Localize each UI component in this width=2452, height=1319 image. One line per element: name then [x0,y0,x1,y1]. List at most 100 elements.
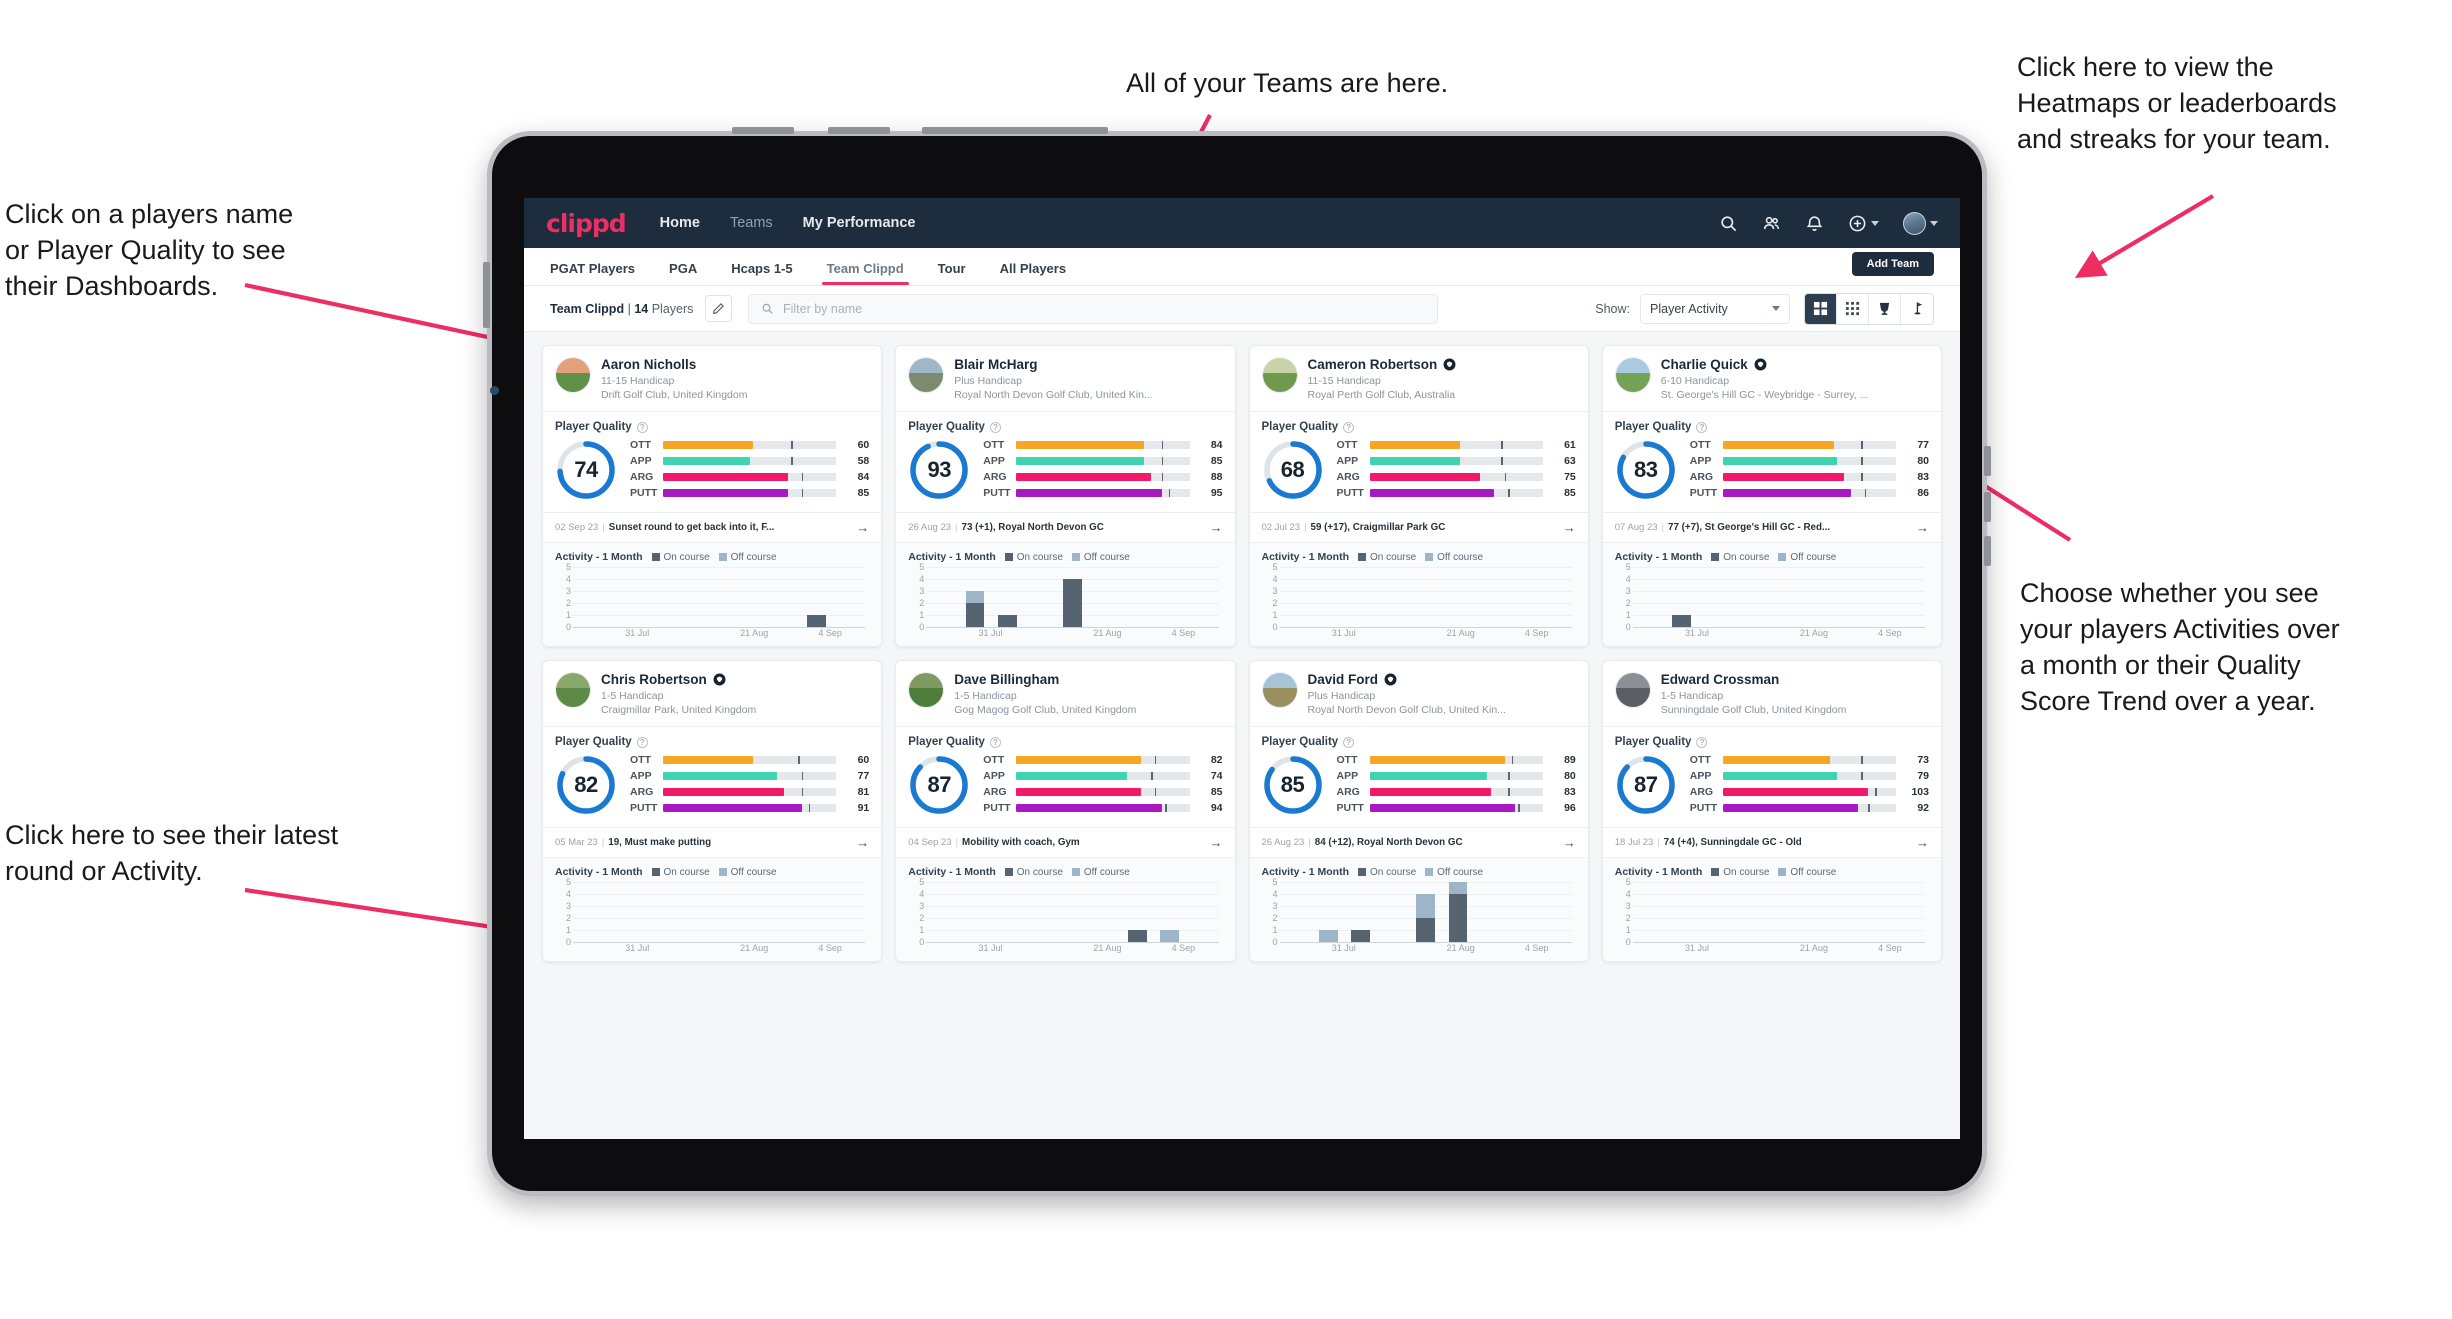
player-name[interactable]: Chris Robertson [601,672,707,687]
nav-link-home[interactable]: Home [660,215,700,231]
chevron-down-icon[interactable] [1871,220,1879,226]
verified-badge-icon [1754,358,1767,371]
search-icon[interactable] [1719,214,1738,233]
latest-round-row[interactable]: 02 Sep 23 | Sunset round to get back into … [543,512,882,542]
latest-round-row[interactable]: 26 Aug 23 | 73 (+1), Royal North Devon GC → [896,512,1235,542]
metric-row: PUTT 92 [1690,801,1929,815]
metric-bar-track [1369,771,1543,781]
metric-bar-track [1016,803,1190,813]
dense-grid-view-button[interactable] [1837,293,1869,324]
metric-row: APP 79 [1690,769,1929,783]
latest-round-row[interactable]: 05 Mar 23 | 19, Must make putting → [543,827,882,857]
tab-pgat-players[interactable]: PGAT Players [550,261,635,285]
player-handicap: 1-5 Handicap [1660,689,1724,702]
help-icon[interactable]: ? [1696,421,1708,433]
player-name[interactable]: Blair McHarg [954,357,1037,372]
player-quality-section[interactable]: Player Quality? 82 OTT 60 APP 77 ARG 81 PUTT 91 [543,726,882,827]
metric-row: OTT 77 [1690,438,1929,452]
view-mode-toggle-group [1804,292,1934,325]
help-icon[interactable]: ? [636,736,648,748]
player-quality-section[interactable]: Player Quality? 87 OTT 73 APP 79 ARG 103 PUTT 92 [1602,726,1941,827]
player-avatar[interactable] [908,357,945,393]
heatmap-view-button[interactable] [1869,293,1901,324]
tab-tour[interactable]: Tour [938,261,966,285]
y-tick-label: 0 [565,937,571,947]
arrow-right-icon[interactable]: → [848,520,869,535]
player-name[interactable]: Cameron Robertson [1308,357,1438,372]
tab-all-players[interactable]: All Players [1000,261,1067,285]
help-icon[interactable]: ? [1696,736,1708,748]
player-card-aaron-nicholls[interactable]: Aaron Nicholls 11-15 Handicap Drift Golf C… [542,345,883,647]
arrow-right-icon[interactable]: → [1555,835,1576,850]
latest-round-row[interactable]: 02 Jul 23 | 59 (+17), Craigmillar Park GC → [1249,512,1588,542]
people-icon[interactable] [1762,214,1781,233]
player-card-cameron-robertson[interactable]: Cameron Robertson 11-15 Handicap Royal Per… [1248,345,1589,647]
tab-team-clippd[interactable]: Team Clippd [821,261,909,285]
player-card-dave-billingham[interactable]: Dave Billingham 1-5 Handicap Gog Magog Gol… [895,660,1236,962]
player-avatar[interactable] [555,357,591,393]
plus-circle-icon[interactable] [1848,214,1867,233]
arrow-right-icon[interactable]: → [1555,520,1576,535]
arrow-right-icon[interactable]: → [1908,835,1929,850]
player-name[interactable]: David Ford [1308,672,1379,687]
latest-round-row[interactable]: 04 Sep 23 | Mobility with coach, Gym → [896,827,1235,857]
player-quality-section[interactable]: Player Quality? 87 OTT 82 APP 74 ARG 85 PUTT 94 [896,726,1235,827]
grid-view-button[interactable] [1805,293,1837,324]
metric-value: 86 [1917,487,1929,499]
player-card-blair-mcharg[interactable]: Blair McHarg Plus Handicap Royal North Dev… [895,345,1236,647]
player-card-chris-robertson[interactable]: Chris Robertson 1-5 Handicap Craigmillar P… [542,660,883,962]
player-quality-section[interactable]: Player Quality? 74 OTT 60 APP 58 ARG 84 PUTT 85 [543,411,882,512]
arrow-right-icon[interactable]: → [1202,835,1223,850]
player-avatar[interactable] [555,672,591,708]
latest-round-row[interactable]: 26 Aug 23 | 84 (+12), Royal North Devon GC… [1249,827,1588,857]
arrow-right-icon[interactable]: → [848,835,869,850]
player-card-david-ford[interactable]: David Ford Plus Handicap Royal North Devon… [1248,660,1589,962]
player-quality-section[interactable]: Player Quality? 93 OTT 84 APP 85 ARG 88 PUTT 95 [896,411,1235,512]
search-input[interactable] [782,301,1426,316]
nav-link-teams[interactable]: Teams [730,215,773,231]
player-card-edward-crossman[interactable]: Edward Crossman 1-5 Handicap Sunningdale G… [1601,660,1942,962]
player-name[interactable]: Dave Billingham [954,672,1059,687]
help-icon[interactable]: ? [1343,736,1355,748]
tab-pga[interactable]: PGA [669,261,697,285]
bell-icon[interactable] [1805,214,1824,233]
arrow-right-icon[interactable]: → [1908,520,1929,535]
player-avatar[interactable] [1261,672,1298,708]
help-icon[interactable]: ? [989,736,1001,748]
player-avatar[interactable] [1261,357,1298,393]
show-select[interactable]: Player Activity [1640,293,1790,324]
chart-slot [1056,882,1088,942]
help-icon[interactable]: ? [989,421,1001,433]
player-quality-ring: 68 [1262,439,1324,501]
latest-round-row[interactable]: 18 Jul 23 | 74 (+4), Sunningdale GC - Old → [1602,827,1941,857]
player-avatar[interactable] [908,672,945,708]
edit-team-button[interactable] [705,295,733,322]
latest-round-row[interactable]: 07 Aug 23 | 77 (+7), St George's Hill GC -… [1602,512,1941,542]
search-field-wrapper[interactable] [748,293,1439,324]
player-quality-section[interactable]: Player Quality? 83 OTT 77 APP 80 ARG 83 PUTT 86 [1602,411,1941,512]
help-icon[interactable]: ? [1343,421,1355,433]
clippd-logo[interactable]: clippd [546,209,627,238]
tab-hcaps-1-5[interactable]: Hcaps 1-5 [731,261,792,285]
chart-slot [1860,882,1892,942]
nav-link-my-performance[interactable]: My Performance [803,215,916,231]
leaderboard-view-button[interactable] [1901,293,1933,324]
player-quality-section[interactable]: Player Quality? 68 OTT 61 APP 63 ARG 75 PUTT 85 [1249,411,1588,512]
player-quality-section[interactable]: Player Quality? 85 OTT 89 APP 80 ARG 83 PUTT 96 [1249,726,1588,827]
player-avatar[interactable] [1614,357,1651,393]
player-card-header: Blair McHarg Plus Handicap Royal North Dev… [896,346,1234,411]
avatar[interactable] [1903,211,1926,235]
add-team-button[interactable]: Add Team [1851,252,1934,276]
avatar-chevron-down-icon[interactable] [1930,220,1938,226]
player-name[interactable]: Charlie Quick [1661,357,1748,372]
metric-bar-track [1369,440,1543,450]
player-name[interactable]: Edward Crossman [1661,672,1780,687]
arrow-right-icon[interactable]: → [1202,520,1223,535]
trophy-icon [1879,302,1890,315]
player-name[interactable]: Aaron Nicholls [601,357,696,372]
activity-chart-section: Activity - 1 Month On course Off course 0 1 2… [1249,542,1588,646]
player-card-charlie-quick[interactable]: Charlie Quick 6-10 Handicap St. George's H… [1601,345,1942,647]
chart-slot [1409,882,1441,942]
player-avatar[interactable] [1614,672,1651,708]
help-icon[interactable]: ? [636,421,648,433]
